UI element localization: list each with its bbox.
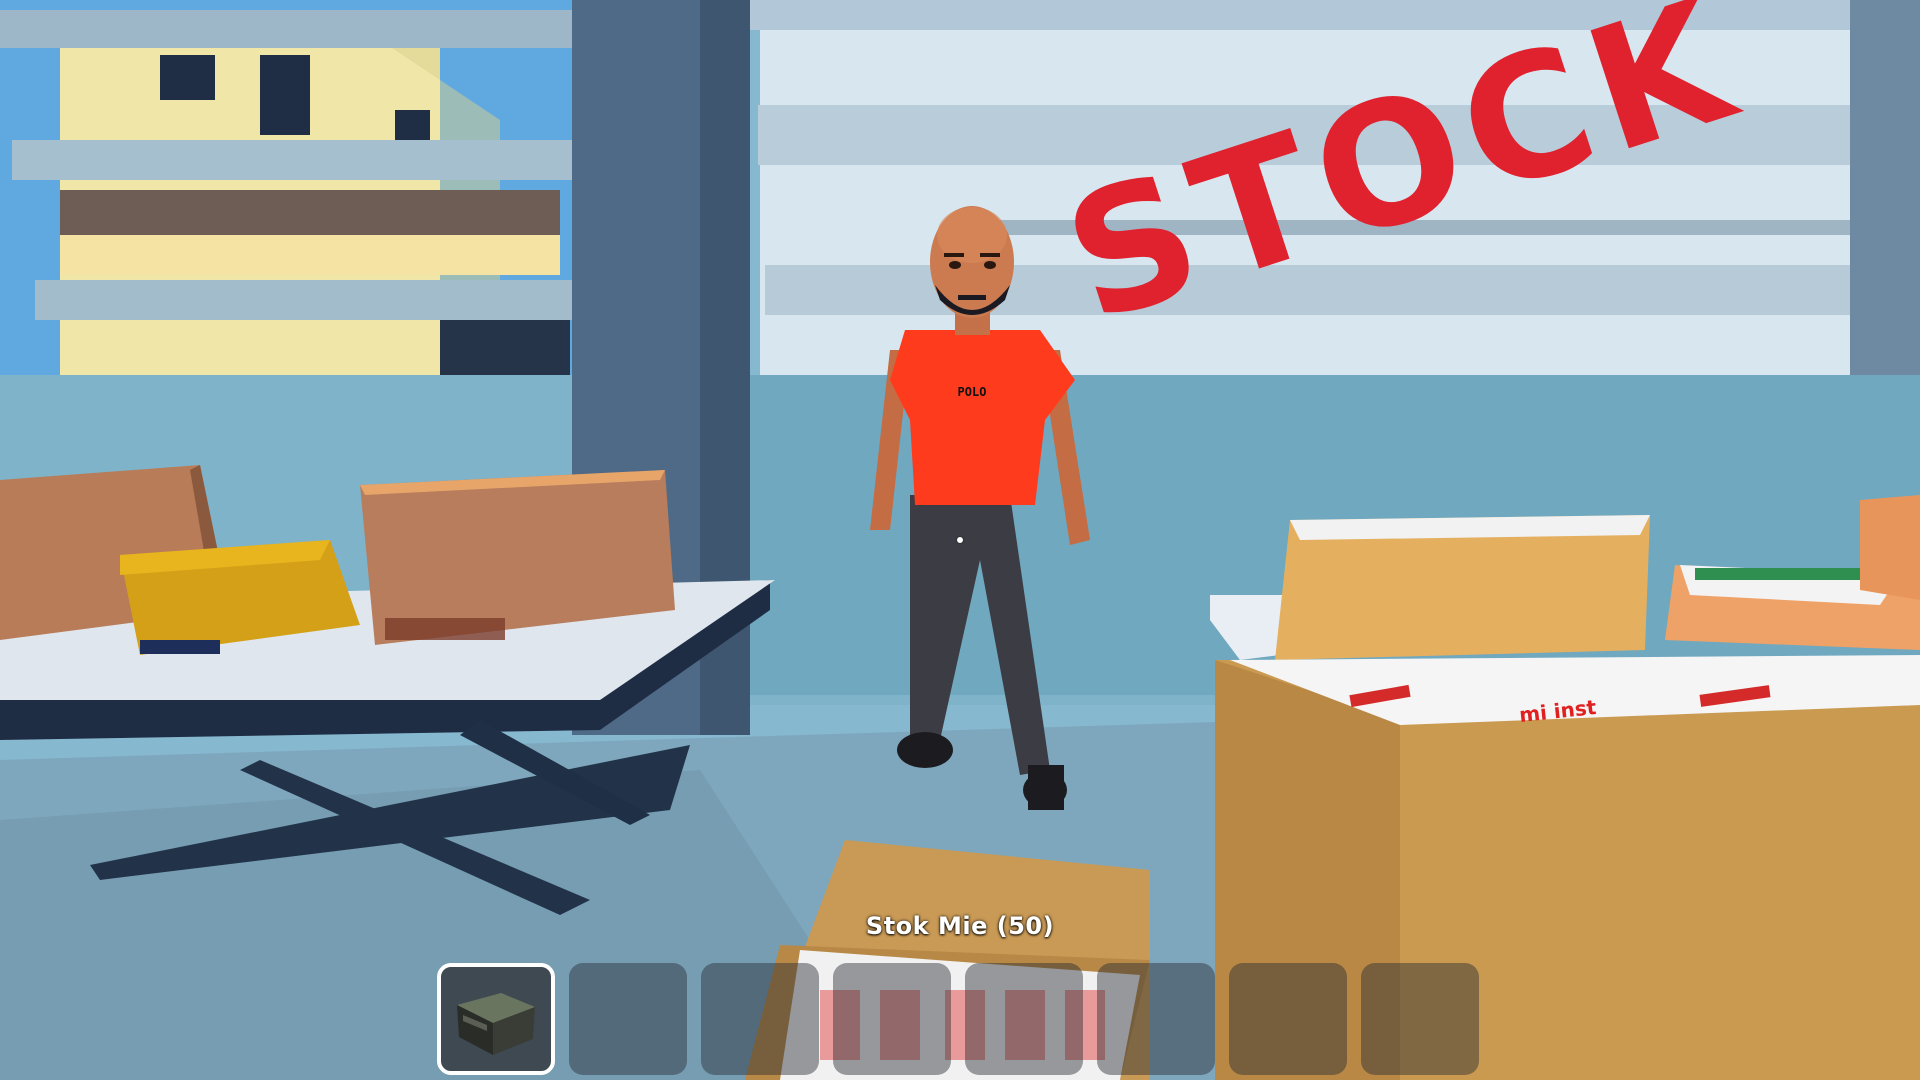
- hotbar-slot-4[interactable]: [833, 963, 951, 1075]
- shirt-logo-text: POLO: [958, 385, 987, 399]
- hotbar-slot-3[interactable]: [701, 963, 819, 1075]
- hotbar-slot-1[interactable]: [437, 963, 555, 1075]
- left-window: [0, 0, 580, 375]
- hotbar-slot-6[interactable]: [1097, 963, 1215, 1075]
- hotbar: [437, 963, 1485, 1075]
- held-item-label: Stok Mie (50): [865, 912, 1055, 940]
- noodle-crate-icon: [457, 993, 535, 1055]
- crosshair-dot: [957, 537, 963, 543]
- game-viewport[interactable]: STOCK POLO mi inst Stok Mie (50): [0, 0, 1920, 1080]
- hotbar-slot-5[interactable]: [965, 963, 1083, 1075]
- stock-shutter: STOCK: [750, 0, 1920, 375]
- hotbar-slot-8[interactable]: [1361, 963, 1479, 1075]
- hotbar-slot-7[interactable]: [1229, 963, 1347, 1075]
- hotbar-slot-2[interactable]: [569, 963, 687, 1075]
